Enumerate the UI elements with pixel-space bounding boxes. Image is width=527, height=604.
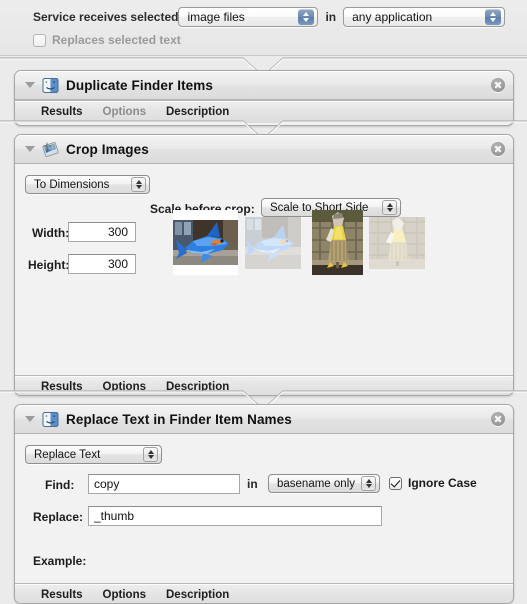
action-title: Duplicate Finder Items [66, 77, 213, 93]
replaces-selected-text-row[interactable]: Replaces selected text [33, 33, 181, 47]
action-header[interactable]: Duplicate Finder Items [15, 71, 513, 100]
ignore-case-row[interactable]: Ignore Case [389, 476, 477, 490]
tab-results[interactable]: Results [41, 589, 83, 601]
disclosure-triangle-icon[interactable] [25, 80, 36, 91]
tab-results[interactable]: Results [41, 106, 83, 118]
tab-description[interactable]: Description [166, 106, 229, 118]
chevron-updown-icon [361, 476, 376, 491]
find-input[interactable]: copy [88, 474, 240, 494]
disclosure-triangle-icon[interactable] [25, 144, 36, 155]
width-input[interactable]: 300 [68, 222, 136, 242]
chevron-updown-icon [298, 9, 315, 25]
find-in-label: in [247, 477, 258, 491]
tab-options[interactable]: Options [103, 106, 146, 118]
thumbnail-original[interactable] [312, 210, 363, 275]
replace-label: Replace: [33, 510, 84, 524]
disclosure-triangle-icon[interactable] [25, 414, 36, 425]
chevron-updown-icon [131, 177, 146, 192]
preview-crop-icon [42, 141, 59, 158]
service-receives-row: Service receives selected image files in… [0, 7, 527, 27]
replace-mode-popup-value: Replace Text [34, 449, 101, 461]
finder-icon [42, 411, 59, 428]
replaces-selected-text-label: Replaces selected text [52, 33, 181, 47]
action-tabbar[interactable]: Results Options Description [15, 583, 513, 603]
action-title: Crop Images [66, 141, 149, 157]
chevron-updown-icon [485, 9, 502, 25]
action-body: Replace Text Find: copy in basename only… [15, 434, 513, 583]
preview-thumbnails [173, 210, 436, 275]
width-label: Width: [32, 226, 70, 240]
finder-icon [42, 77, 59, 94]
height-label: Height: [28, 258, 70, 272]
action-crop-images[interactable]: Crop Images To Dimensions Scale before c… [14, 134, 514, 396]
find-label: Find: [45, 478, 75, 492]
crop-mode-popup-value: To Dimensions [34, 179, 110, 191]
tab-options[interactable]: Options [103, 589, 146, 601]
in-label: in [325, 10, 337, 24]
close-icon[interactable] [491, 412, 505, 426]
input-type-popup-value: image files [187, 10, 245, 24]
action-header[interactable]: Crop Images [15, 135, 513, 164]
chevron-updown-icon [143, 447, 158, 462]
thumbnail-pair [173, 210, 301, 275]
service-configuration-bar: Service receives selected image files in… [0, 0, 527, 56]
thumbnail-preview[interactable] [369, 216, 425, 269]
replaces-selected-text-checkbox[interactable] [33, 33, 46, 47]
action-header[interactable]: Replace Text in Finder Item Names [15, 405, 513, 434]
application-popup-value: any application [352, 10, 433, 24]
thumbnail-preview[interactable] [245, 216, 301, 269]
height-input[interactable]: 300 [68, 254, 136, 274]
input-type-popup[interactable]: image files [178, 7, 319, 27]
workflow-canvas: Duplicate Finder Items Results Options D… [0, 56, 527, 604]
find-scope-popup[interactable]: basename only [268, 474, 380, 493]
thumbnail-pair [312, 210, 425, 275]
action-body: To Dimensions Scale before crop: Scale t… [15, 164, 513, 375]
action-replace-text-in-finder-item-names[interactable]: Replace Text in Finder Item Names Replac… [14, 404, 514, 604]
ignore-case-label: Ignore Case [408, 476, 477, 490]
service-receives-label: Service receives selected [33, 10, 179, 24]
action-title: Replace Text in Finder Item Names [66, 411, 292, 427]
action-duplicate-finder-items[interactable]: Duplicate Finder Items Results Options D… [14, 70, 514, 126]
ignore-case-checkbox[interactable] [389, 476, 402, 490]
find-scope-popup-value: basename only [277, 478, 355, 490]
tab-description[interactable]: Description [166, 589, 229, 601]
close-icon[interactable] [491, 78, 505, 92]
thumbnail-original[interactable] [173, 210, 238, 275]
example-label: Example: [33, 554, 87, 568]
crop-mode-popup[interactable]: To Dimensions [25, 175, 150, 194]
application-popup[interactable]: any application [343, 7, 506, 27]
close-icon[interactable] [491, 142, 505, 156]
replace-input[interactable]: _thumb [88, 506, 382, 526]
replace-mode-popup[interactable]: Replace Text [25, 445, 162, 464]
